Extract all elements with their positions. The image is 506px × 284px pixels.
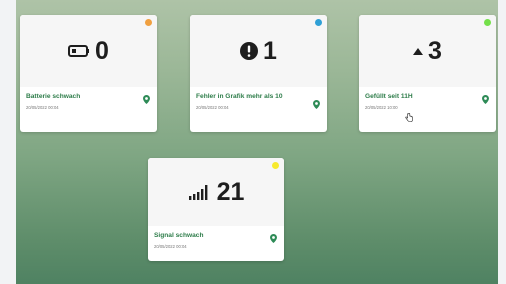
card-title: Gefüllt seit 11H [365,93,413,100]
card-value: 3 [428,36,442,65]
card-value: 21 [216,177,245,206]
card-header: 21 [148,158,284,226]
card-date: 20/05/2022 10:00 [365,105,398,110]
location-pin-icon[interactable] [143,95,150,104]
card-title: Signal schwach [154,232,204,239]
status-dot [484,19,491,26]
signal-icon [188,185,207,200]
alert-icon [240,42,259,60]
card-value: 1 [263,36,277,65]
battery-icon [68,45,90,57]
card-date: 20/05/2022 00:04 [196,105,229,110]
status-dot [272,162,279,169]
card-graphic-errors[interactable]: 1 Fehler in Grafik mehr als 10 20/05/202… [190,15,327,132]
card-date: 20/05/2022 00:04 [154,244,187,249]
status-dot [315,19,322,26]
card-footer: Signal schwach 20/05/2022 00:04 [148,226,284,261]
card-value: 0 [95,36,109,65]
hand-cursor-icon [405,113,413,122]
dashboard-canvas: 0 Batterie schwach 20/05/2022 00:04 1 Fe… [16,0,498,284]
status-dot [145,19,152,26]
location-pin-icon[interactable] [482,95,489,104]
card-footer: Batterie schwach 20/05/2022 00:04 [20,87,157,132]
card-battery-low[interactable]: 0 Batterie schwach 20/05/2022 00:04 [20,15,157,132]
card-title: Batterie schwach [26,93,81,100]
card-filled-since[interactable]: 3 Gefüllt seit 11H 20/05/2022 10:00 [359,15,496,132]
caret-up-icon [413,47,424,55]
card-title: Fehler in Grafik mehr als 10 [196,93,283,100]
card-signal-weak[interactable]: 21 Signal schwach 20/05/2022 00:04 [148,158,284,261]
card-header: 0 [20,15,157,87]
card-footer: Gefüllt seit 11H 20/05/2022 10:00 [359,87,496,132]
card-date: 20/05/2022 00:04 [26,105,59,110]
card-header: 1 [190,15,327,87]
card-header: 3 [359,15,496,87]
card-footer: Fehler in Grafik mehr als 10 20/05/2022 … [190,87,327,132]
location-pin-icon[interactable] [313,100,320,109]
location-pin-icon[interactable] [270,234,277,243]
